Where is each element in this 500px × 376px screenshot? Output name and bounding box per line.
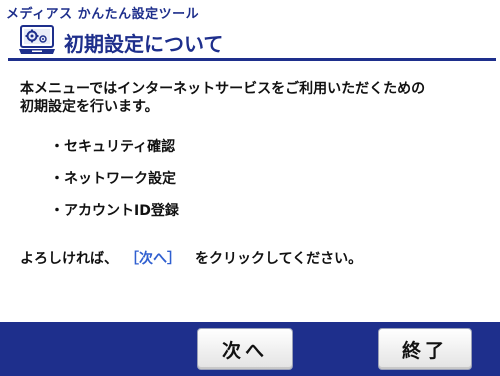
settings-computer-icon <box>17 24 57 56</box>
list-item-network: ・ネットワーク設定 <box>50 171 176 187</box>
list-item-security: ・セキュリティ確認 <box>50 139 176 155</box>
content-area: 本メニューではインターネットサービスをご利用いただくための 初期設定を行います。… <box>0 62 500 322</box>
instruction-prefix: よろしければ、 <box>20 251 118 267</box>
exit-button-label: 終了 <box>401 339 448 362</box>
header-divider <box>8 58 496 61</box>
intro-line-1: 本メニューではインターネットサービスをご利用いただくための <box>20 81 426 97</box>
list-item-account-id: ・アカウントID登録 <box>50 203 179 219</box>
next-button[interactable]: 次へ <box>197 328 293 370</box>
setup-tool-window: メディアス かんたん設定ツール 初期設定について 本メニューではインターネットサ… <box>0 0 500 376</box>
instruction-text: よろしければ、 ［次へ］ をクリックしてください。 <box>20 248 362 268</box>
next-reference-text: ［次へ］ <box>132 251 181 267</box>
intro-text: 本メニューではインターネットサービスをご利用いただくための 初期設定を行います。 <box>20 80 425 116</box>
intro-line-2: 初期設定を行います。 <box>20 99 159 115</box>
instruction-suffix: をクリックしてください。 <box>195 251 363 267</box>
exit-button[interactable]: 終了 <box>378 328 472 370</box>
next-button-label: 次へ <box>221 339 268 362</box>
footer-bar: 次へ 終了 <box>0 322 500 376</box>
page-title: 初期設定について <box>64 32 224 56</box>
